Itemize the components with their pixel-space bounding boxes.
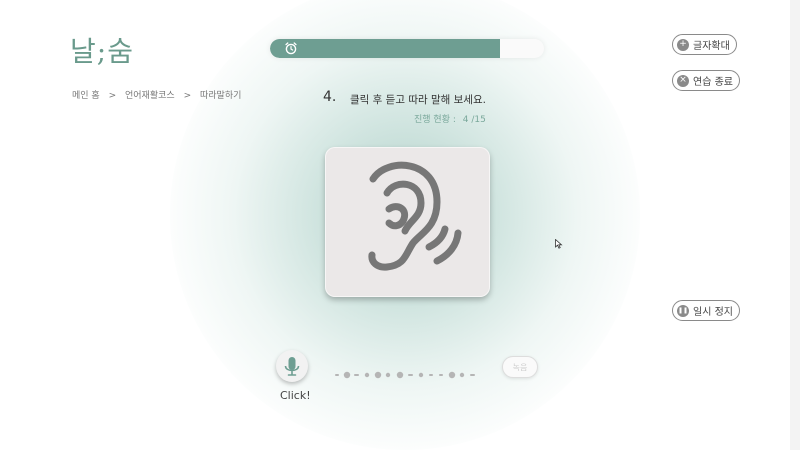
listen-card[interactable] [325, 147, 490, 297]
ear-listen-icon [368, 161, 462, 271]
breadcrumb-home[interactable]: 메인 홈 [72, 91, 100, 101]
breadcrumb-separator: > [108, 91, 117, 101]
microphone-icon [284, 357, 300, 376]
close-circle-icon: × [677, 74, 689, 87]
end-practice-label: 연습 종료 [693, 77, 733, 88]
progress-indicator: 진행 현황 : 4 /15 [414, 112, 486, 125]
pause-label: 일시 정지 [693, 307, 733, 318]
breadcrumb-course[interactable]: 언어재활코스 [125, 91, 175, 101]
app-logo[interactable]: 날;숨 [70, 30, 134, 70]
pause-circle-icon: ❚❚ [677, 304, 689, 317]
breadcrumb-current: 따라말하기 [199, 91, 242, 101]
timer-bar [270, 39, 544, 58]
question-number: 4. [323, 89, 337, 105]
plus-circle-icon: + [677, 38, 689, 51]
enlarge-text-button[interactable]: + 글자확대 [672, 34, 737, 55]
timer-fill [270, 39, 501, 58]
progress-value: 4 /15 [462, 115, 486, 125]
progress-label: 진행 현황 : [414, 115, 456, 125]
alarm-clock-icon [284, 41, 298, 58]
breadcrumb: 메인 홈 > 언어재활코스 > 따라말하기 [72, 88, 247, 101]
breadcrumb-separator: > [183, 91, 192, 101]
mic-click-label: Click! [280, 389, 311, 402]
audio-waveform [335, 371, 475, 379]
scrollbar-track[interactable] [790, 0, 800, 450]
microphone-button[interactable] [276, 350, 308, 382]
question-instruction: 클릭 후 듣고 따라 말해 보세요. [350, 94, 486, 106]
mouse-cursor-icon [555, 239, 563, 249]
record-button[interactable]: 녹음 [502, 356, 538, 378]
end-practice-button[interactable]: × 연습 종료 [672, 70, 740, 91]
pause-button[interactable]: ❚❚ 일시 정지 [672, 300, 740, 321]
enlarge-text-label: 글자확대 [693, 41, 730, 52]
